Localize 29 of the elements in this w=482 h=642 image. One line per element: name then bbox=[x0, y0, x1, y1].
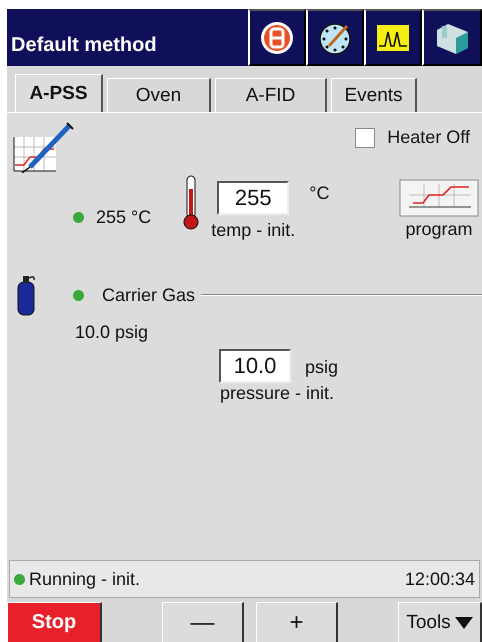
heater-off-checkbox[interactable]: Heater Off bbox=[355, 127, 470, 148]
temperature-reading: 255 °C bbox=[96, 207, 152, 228]
clock-time: 12:00:34 bbox=[404, 568, 475, 590]
tab[interactable]: A-FID bbox=[215, 78, 327, 112]
caret-icon bbox=[454, 616, 473, 628]
tab[interactable]: A-PSS bbox=[15, 74, 103, 112]
window-title: Default method bbox=[10, 33, 158, 57]
temperature-unit: °C bbox=[309, 183, 330, 204]
stop-button[interactable]: Stop bbox=[7, 602, 102, 642]
pressure-caption: pressure - init. bbox=[220, 383, 334, 403]
status-text: Running - init. bbox=[29, 568, 140, 590]
toolbar-button[interactable] bbox=[422, 9, 482, 66]
carrier-gas-label: Carrier Gas bbox=[102, 284, 196, 306]
pressure-unit: psig bbox=[305, 357, 338, 378]
gas-cylinder-icon bbox=[15, 274, 37, 316]
tab[interactable]: Oven bbox=[107, 78, 211, 112]
toolbar-button[interactable] bbox=[306, 9, 364, 66]
tools-menu-button[interactable]: Tools bbox=[398, 602, 482, 642]
temperature-input[interactable]: 255 bbox=[217, 181, 290, 215]
pressure-reading: 10.0 psig bbox=[75, 322, 148, 342]
tab[interactable]: Events bbox=[331, 78, 417, 112]
step-button[interactable]: + bbox=[256, 602, 338, 642]
toolbar-button[interactable] bbox=[364, 9, 422, 66]
step-button[interactable]: — bbox=[162, 602, 244, 642]
pressure-input[interactable]: 10.0 bbox=[219, 349, 291, 383]
temperature-caption: temp - init. bbox=[211, 220, 296, 241]
toolbar-button[interactable] bbox=[248, 9, 306, 66]
syringe-chart-icon bbox=[12, 121, 74, 173]
thermometer-icon bbox=[181, 175, 202, 231]
